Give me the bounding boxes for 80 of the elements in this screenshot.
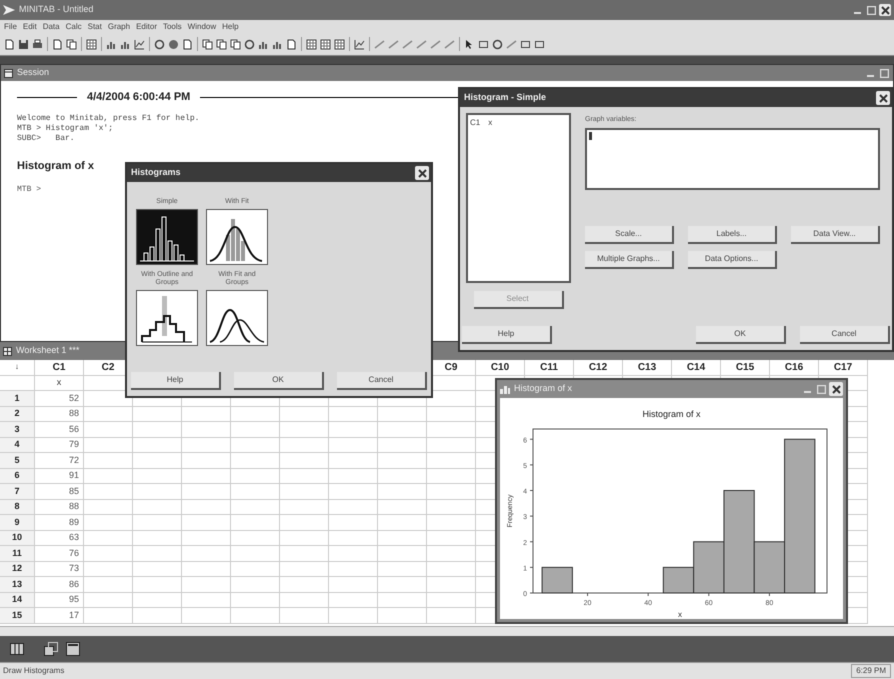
variable-list[interactable]: C1 x [466,113,571,283]
menu-item[interactable]: Data [42,22,60,30]
row-number: 8 [0,500,35,515]
table-cell: 91 [35,468,84,484]
row-number: 6 [0,468,35,484]
column-header: C13 [623,360,672,376]
dialog-button[interactable]: Help [462,326,552,344]
window-title: Session [17,66,50,80]
table-cell: 95 [35,592,84,608]
status-time: 6:29 PM [851,664,891,678]
table-cell: 52 [35,391,84,406]
table-cell: 56 [35,422,84,438]
dialog-button[interactable]: Data View... [791,226,880,244]
column-header: C17 [819,360,868,376]
table-cell: 76 [35,546,84,562]
table-cell: 88 [35,500,84,515]
row-number: 7 [0,484,35,500]
menu-item[interactable]: Edit [22,22,37,30]
column-name: x [35,376,84,391]
row-number: 13 [0,577,35,592]
dialog-button[interactable]: Cancel [337,372,427,390]
column-header: C14 [672,360,721,376]
session-output-line: SUBC> Bar. [17,134,75,144]
table-cell: 86 [35,577,84,592]
menu-item[interactable]: Graph [108,22,130,30]
table-cell: 85 [35,484,84,500]
timestamp: 4/4/2004 6:00:44 PM [87,90,190,105]
dialog-button[interactable]: Cancel [800,326,890,344]
menu-item[interactable]: Window [188,22,216,30]
dialog-title: Histogram - Simple [464,91,546,104]
axis-label: x [678,610,682,619]
command-prompt: MTB > [17,184,42,196]
row-number: 5 [0,453,35,468]
row-number: 3 [0,422,35,438]
row-number: 4 [0,438,35,453]
dialog-button[interactable]: Data Options... [688,250,777,268]
dialog-button[interactable]: OK [696,326,786,344]
status-message: Draw Histograms [3,665,64,677]
dialog-title: Histograms [131,166,181,180]
table-cell: 89 [35,515,84,530]
dialog-button[interactable]: Multiple Graphs... [585,250,674,268]
table-cell: 17 [35,608,84,624]
table-cell: 63 [35,530,84,546]
session-heading: Histogram of x [17,158,94,174]
column-header: C11 [525,360,574,376]
row-number: 1 [0,391,35,406]
session-output-line: Welcome to Minitab, press F1 for help. [17,114,200,124]
app-title: MINITAB - Untitled [19,3,94,16]
row-number: 10 [0,530,35,546]
column-header: C12 [574,360,623,376]
window-title: Histogram of x [514,382,574,396]
menu-item[interactable]: File [4,22,17,30]
row-number: 15 [0,608,35,624]
dialog-button[interactable]: Labels... [688,226,777,244]
dialog-button[interactable]: Help [131,372,221,390]
row-number: 12 [0,562,35,577]
dialog-button[interactable]: OK [234,372,324,390]
list-item[interactable]: C1 x [470,117,567,129]
column-header: C1 [35,360,84,376]
menu-item[interactable]: Help [222,22,239,30]
row-number: 9 [0,515,35,530]
table-cell: 79 [35,438,84,453]
corner-cell[interactable]: ↓ [0,360,35,376]
column-header: C16 [770,360,819,376]
row-number: 14 [0,592,35,608]
table-cell: 88 [35,406,84,422]
menu-item[interactable]: Stat [88,22,102,30]
row-number: 2 [0,406,35,422]
table-cell: 73 [35,562,84,577]
menu-item[interactable]: Calc [66,22,82,30]
row-number: 11 [0,546,35,562]
window-title: Worksheet 1 *** [16,344,80,358]
menu-item[interactable]: Editor [136,22,157,30]
column-header: C15 [721,360,770,376]
chart-title: Histogram of x [642,409,701,419]
menu-item[interactable]: Tools [162,22,182,30]
session-output-line: MTB > Histogram 'x'; [17,124,114,134]
dialog-button[interactable]: Scale... [585,226,674,244]
table-cell: 72 [35,453,84,468]
column-header: C10 [476,360,525,376]
